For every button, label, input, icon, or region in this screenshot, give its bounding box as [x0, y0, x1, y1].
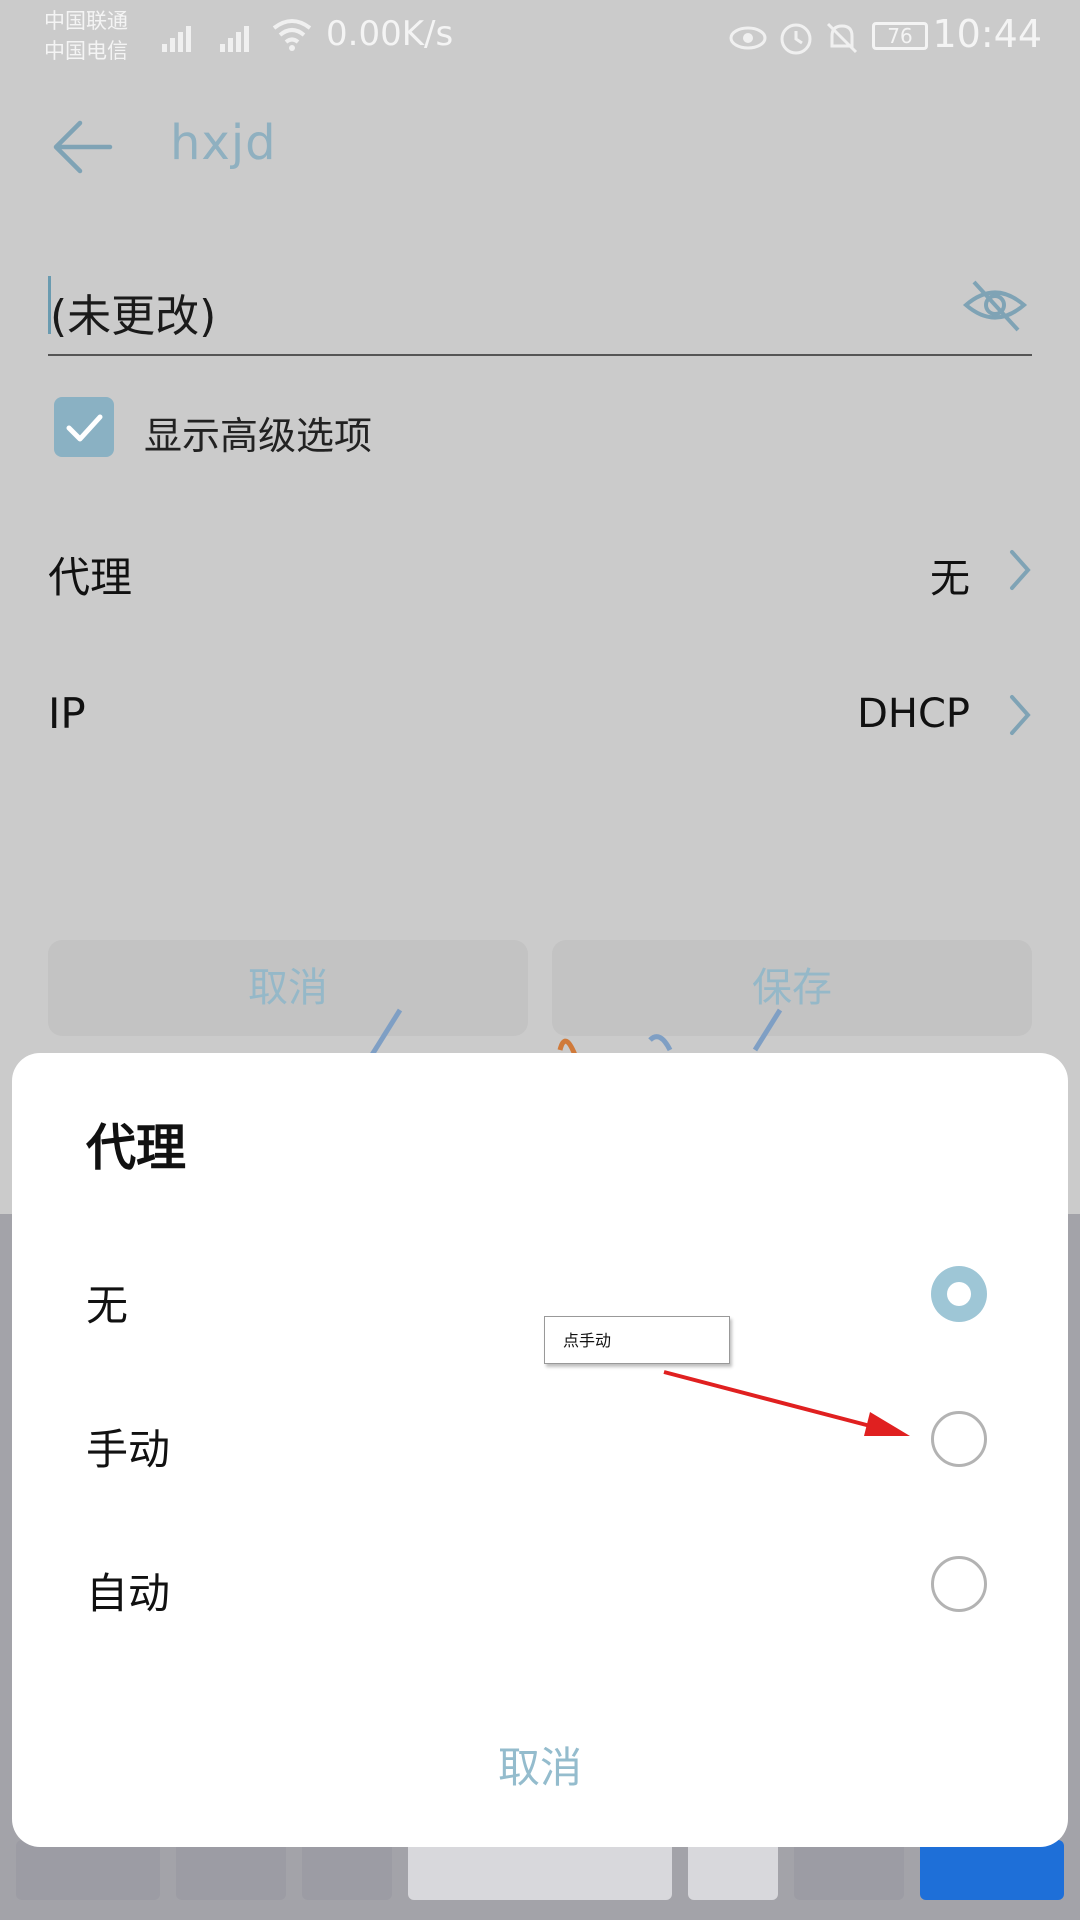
annotation-arrow-icon: [663, 1370, 910, 1436]
radio-auto[interactable]: [931, 1556, 987, 1612]
alarm-icon: [780, 23, 812, 55]
decorative-scribble: [367, 1008, 783, 1060]
ip-label: IP: [48, 689, 86, 738]
advanced-options-checkbox[interactable]: [54, 397, 114, 457]
advanced-options-label: 显示高级选项: [144, 414, 373, 458]
option-auto-label: 自动: [86, 1569, 171, 1618]
keyboard-key[interactable]: [688, 1840, 778, 1900]
option-manual-label: 手动: [86, 1425, 171, 1474]
radio-manual[interactable]: [931, 1411, 987, 1467]
keyboard-key[interactable]: [176, 1840, 286, 1900]
password-value: (未更改): [50, 291, 217, 342]
dialog-cancel-button[interactable]: 取消: [12, 1734, 1068, 1795]
carrier-2: 中国电信: [44, 39, 128, 63]
keyboard-enter-key[interactable]: [920, 1840, 1064, 1900]
chevron-right-icon: [1010, 550, 1031, 590]
proxy-row[interactable]: [0, 530, 1080, 610]
eye-comfort-icon: [729, 26, 767, 50]
radio-none-selected[interactable]: [931, 1266, 987, 1322]
keyboard-key[interactable]: [16, 1840, 160, 1900]
visibility-off-icon[interactable]: [962, 272, 1028, 338]
option-none-label: 无: [86, 1281, 129, 1330]
battery-icon: 76: [872, 22, 928, 50]
net-speed: 0.00K/s: [326, 14, 454, 54]
keyboard-key[interactable]: [302, 1840, 392, 1900]
annotation-note: 点手动: [544, 1316, 730, 1364]
option-none[interactable]: [12, 1250, 1068, 1350]
page-title: hxjd: [170, 115, 277, 171]
chevron-right-icon: [1010, 695, 1031, 735]
option-auto[interactable]: [12, 1538, 1068, 1638]
proxy-value: 无: [930, 556, 970, 602]
carrier-1: 中国联通: [44, 9, 128, 33]
status-bar: 中国联通 中国电信 0.00K/s 76 10:44: [0, 0, 1080, 80]
back-arrow-icon[interactable]: [48, 112, 118, 182]
keyboard-spacebar[interactable]: [408, 1840, 672, 1900]
dialog-title: 代理: [86, 1119, 186, 1177]
ip-value: DHCP: [857, 691, 970, 737]
mute-bell-icon: [826, 22, 858, 54]
clock: 10:44: [932, 12, 1042, 56]
checkmark-icon: [66, 414, 103, 442]
proxy-label: 代理: [48, 553, 133, 602]
keyboard-key[interactable]: [794, 1840, 904, 1900]
wifi-icon: [272, 19, 312, 51]
signal-icon: [162, 26, 249, 52]
